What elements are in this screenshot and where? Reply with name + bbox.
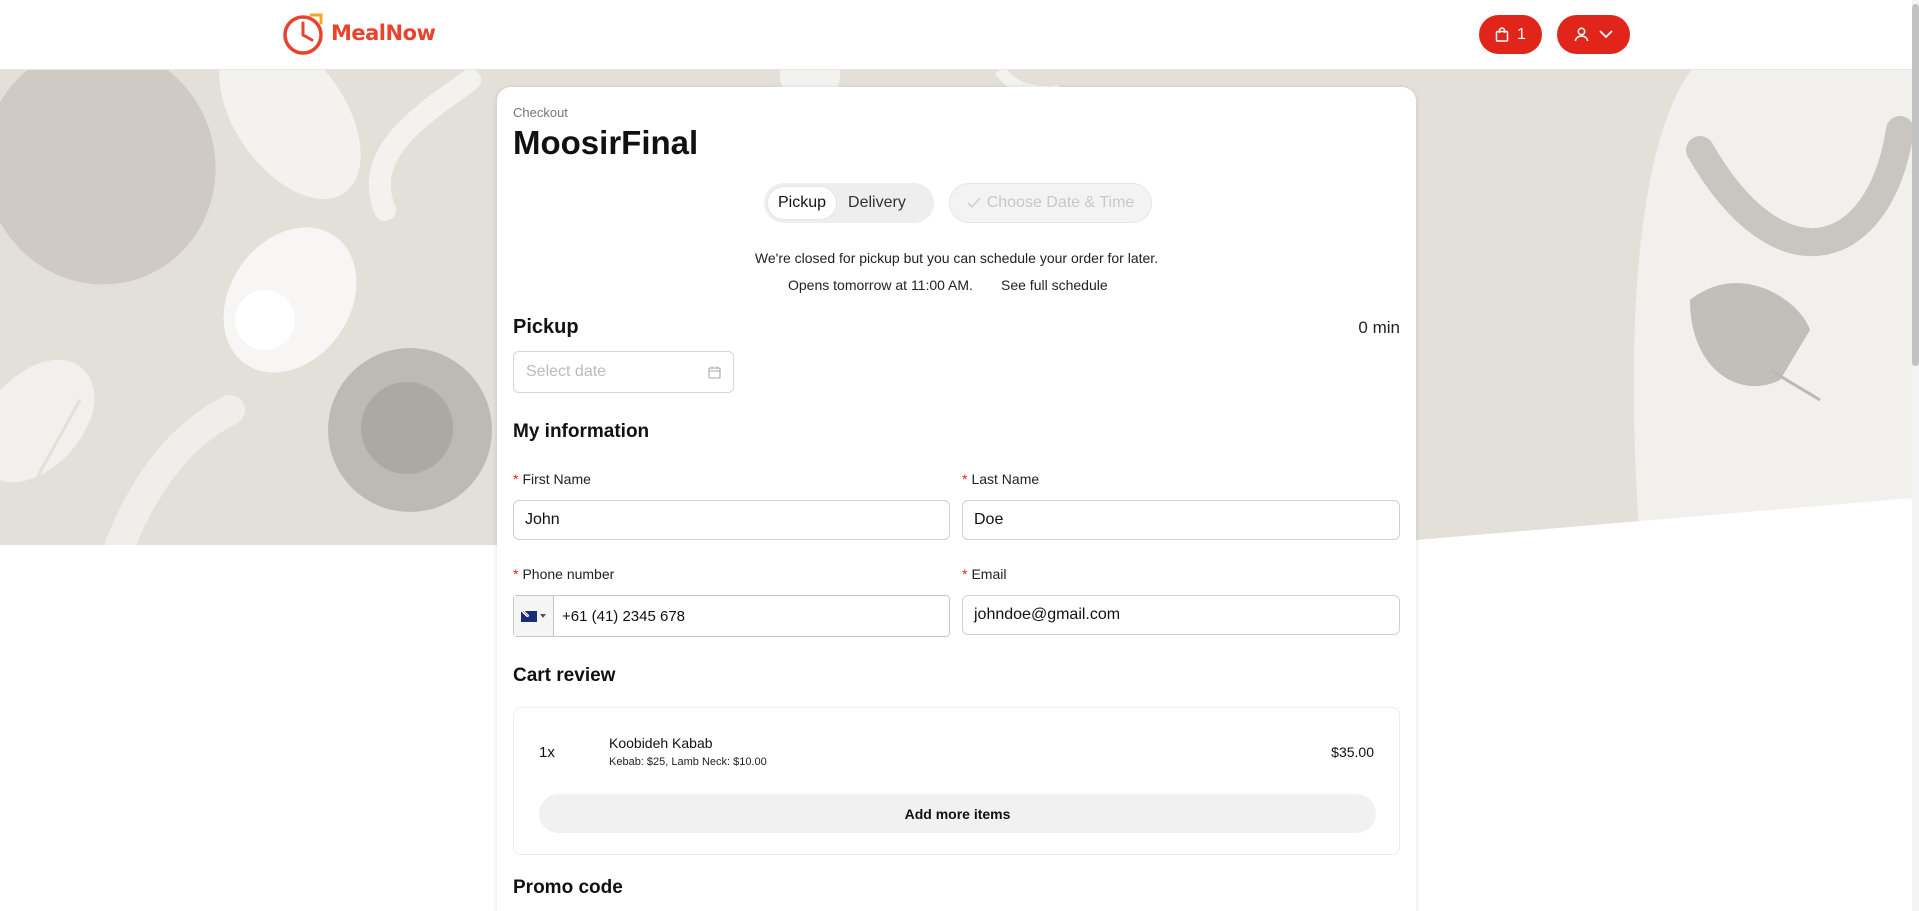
required-mark: * xyxy=(962,566,968,582)
australia-flag-icon xyxy=(521,610,537,622)
required-mark: * xyxy=(962,471,968,487)
choose-date-time-button[interactable]: Choose Date & Time xyxy=(949,183,1152,223)
country-code-select[interactable] xyxy=(514,596,554,636)
item-price: $35.00 xyxy=(1331,744,1374,760)
brand-logo[interactable]: MealNow xyxy=(281,11,436,55)
checkout-card: Checkout MoosirFinal Pickup Delivery Cho… xyxy=(497,87,1416,911)
choose-date-time-label: Choose Date & Time xyxy=(986,194,1135,211)
promo-code-title: Promo code xyxy=(513,877,623,898)
closed-message: We're closed for pickup but you can sche… xyxy=(754,250,1159,266)
my-information-title: My information xyxy=(513,421,650,442)
user-icon xyxy=(1574,27,1589,42)
cart-review-box: 1x Koobideh Kabab Kebab: $25, Lamb Neck:… xyxy=(513,707,1400,855)
caret-down-icon xyxy=(540,614,546,618)
phone-field: +61 (41) 2345 678 xyxy=(513,595,950,637)
order-mode-toggle: Pickup Delivery xyxy=(764,183,934,223)
clock-logo-icon xyxy=(283,13,323,55)
chevron-down-icon xyxy=(1599,30,1613,39)
top-navbar: MealNow 1 xyxy=(0,0,1912,70)
checkmark-icon xyxy=(967,197,980,209)
add-more-items-button[interactable]: Add more items xyxy=(539,794,1376,833)
pickup-option[interactable]: Pickup xyxy=(768,187,837,219)
phone-number-input[interactable]: +61 (41) 2345 678 xyxy=(554,596,949,636)
first-name-field[interactable]: John xyxy=(513,500,950,540)
brand-name: MealNow xyxy=(331,21,436,45)
shopping-bag-icon xyxy=(1495,27,1509,42)
phone-label: * Phone number xyxy=(513,566,615,582)
cart-review-title: Cart review xyxy=(513,665,616,686)
pickup-time: 0 min xyxy=(1358,318,1400,337)
delivery-option[interactable]: Delivery xyxy=(838,187,916,219)
scrollbar-thumb[interactable] xyxy=(1912,4,1919,366)
cart-button[interactable]: 1 xyxy=(1479,15,1542,54)
last-name-field[interactable]: Doe xyxy=(962,500,1400,540)
page-scrollbar[interactable] xyxy=(1912,0,1919,911)
required-mark: * xyxy=(513,566,519,582)
cart-count: 1 xyxy=(1517,25,1526,43)
breadcrumb: Checkout xyxy=(513,105,568,120)
item-quantity: 1x xyxy=(539,744,555,761)
item-modifiers: Kebab: $25, Lamb Neck: $10.00 xyxy=(609,756,767,768)
required-mark: * xyxy=(513,471,519,487)
see-full-schedule-link[interactable]: See full schedule xyxy=(1001,277,1108,293)
date-picker-input[interactable]: Select date xyxy=(513,351,734,393)
user-menu-button[interactable] xyxy=(1557,15,1630,54)
email-label: * Email xyxy=(962,566,1007,582)
pickup-section-title: Pickup xyxy=(513,316,579,338)
last-name-label: * Last Name xyxy=(962,471,1040,487)
calendar-icon xyxy=(708,366,721,379)
page-title: MoosirFinal xyxy=(513,124,699,161)
date-placeholder: Select date xyxy=(526,363,607,380)
first-name-label: * First Name xyxy=(513,471,591,487)
item-name: Koobideh Kabab xyxy=(609,735,713,751)
opening-hours: Opens tomorrow at 11:00 AM. xyxy=(788,277,973,293)
email-field[interactable]: johndoe@gmail.com xyxy=(962,595,1400,635)
